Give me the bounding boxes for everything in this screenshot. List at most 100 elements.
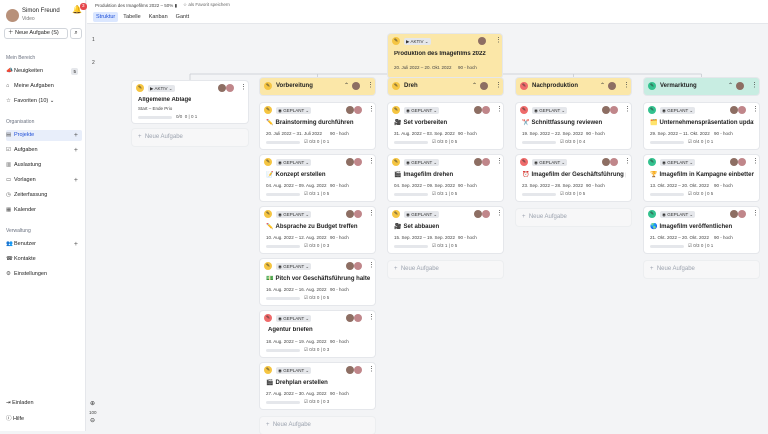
phase-header-0[interactable]: ✎ Vorbereitung ⌃ ⋮ [260,78,375,95]
collapse-icon[interactable]: ⌃ [344,82,349,89]
sidebar-item-settings[interactable]: ⚙ Einstellungen [6,269,82,280]
sidebar-item-workload[interactable]: ▥ Auslastung [6,160,82,171]
status-badge[interactable]: ◉ GEPLANT ⌄ [404,159,440,166]
status-badge[interactable]: ◉ GEPLANT ⌄ [532,107,568,114]
zoom-out-icon[interactable]: ⊖ [90,417,95,424]
general-storage-card[interactable]: ✎ ▶ AKTIV ⌄ ⋮ Allgemeine Ablage Start – … [132,81,248,123]
tab-table[interactable]: Tabelle [120,12,143,22]
sidebar-item-projects[interactable]: ▤ Projekte + [6,130,82,141]
status-badge[interactable]: ◉ GEPLANT ⌄ [276,315,312,322]
status-badge[interactable]: ◉ GEPLANT ⌄ [276,211,312,218]
status-badge[interactable]: ◉ GEPLANT ⌄ [660,159,696,166]
phase-header-3[interactable]: ✎ Vermarktung ⌃ ⋮ [644,78,759,95]
more-icon[interactable]: ⋮ [496,105,503,113]
help-button[interactable]: ⓘ Hilfe [6,414,24,422]
sidebar-item-calendar[interactable]: ▦ Kalender [6,205,82,216]
status-badge[interactable]: ◉ GEPLANT ⌄ [276,159,312,166]
favorite-button[interactable]: ☆ als Favorit speichern [183,2,230,8]
new-task-button[interactable]: ＋ Neue Aufgabe (S) [4,28,68,39]
sidebar-item-favorites[interactable]: ☆ Favoriten (10) ⌄ [6,96,82,107]
more-icon[interactable]: ⋮ [368,157,375,165]
breadcrumb[interactable]: Produktion des Imagefilms 2022 – 50% ▮ [95,3,177,9]
status-text: AKTIV [410,39,424,44]
status-badge[interactable]: ◉ GEPLANT ⌄ [660,107,696,114]
structure-canvas[interactable]: 1 2 ⊕ 100 ⊖ ✎ ▶ AKTIV ⌄ ⋮ Produktion des… [87,25,768,434]
add-task-button[interactable]: + Neue Aufgabe [516,209,631,226]
task-card[interactable]: ✎ ◉ GEPLANT ⌄ ⋮ 🎥 Set vorbereiten 31. Aug. 20… [388,103,503,149]
more-icon[interactable]: ⋮ [496,157,503,165]
more-icon[interactable]: ⋮ [752,157,759,165]
task-card[interactable]: ✎ ◉ GEPLANT ⌄ ⋮ 📝 Konzept erstellen 04. Aug. … [260,155,375,201]
task-card[interactable]: ✎ ◉ GEPLANT ⌄ ⋮ 🎬 Drehplan erstellen 27. Aug.… [260,363,375,409]
task-priority: 90 - hoch [330,391,349,396]
add-task-button[interactable]: + Neue Aufgabe [132,129,248,146]
collapse-icon[interactable]: ⌃ [600,82,605,89]
zoom-in-icon[interactable]: ⊕ [90,400,95,407]
task-card[interactable]: ✎ ◉ GEPLANT ⌄ ⋮ 🗂️ Unternehmenspräsentation … [644,103,759,149]
more-icon[interactable]: ⋮ [368,313,375,321]
more-icon[interactable]: ⋮ [752,105,759,113]
more-icon[interactable]: ⋮ [368,365,375,373]
task-card[interactable]: ✎ ◉ GEPLANT ⌄ ⋮ 🎬 Imagefilm drehen 04. Sep. 2… [388,155,503,201]
sidebar-item-users[interactable]: 👥Benutzer + [6,239,82,250]
tab-kanban[interactable]: Kanban [146,12,171,22]
pencil-icon: ✎ [392,210,400,218]
more-icon[interactable]: ⋮ [752,209,759,217]
status-badge[interactable]: ◉ GEPLANT ⌄ [532,159,568,166]
add-task-icon[interactable]: + [74,145,78,156]
task-card[interactable]: ✎ ◉ GEPLANT ⌄ ⋮ Agentur briefen 18. Aug. 202… [260,311,375,357]
status-badge[interactable]: ◉ GEPLANT ⌄ [276,367,312,374]
add-task-button[interactable]: + Neue Aufgabe [260,417,375,434]
more-icon[interactable]: ⋮ [368,209,375,217]
more-icon[interactable]: ⋮ [496,209,503,217]
status-badge[interactable]: ◉ GEPLANT ⌄ [276,263,312,270]
add-user-icon[interactable]: + [74,239,78,250]
status-badge[interactable]: ◉ GEPLANT ⌄ [660,211,696,218]
sidebar-item-my-tasks[interactable]: ⌂ Meine Aufgaben [6,81,82,92]
tab-structure[interactable]: Struktur [93,12,119,22]
add-task-button[interactable]: + Neue Aufgabe [644,261,759,278]
sidebar-item-news[interactable]: 📣Neuigkeiten 5 [6,66,82,77]
status-badge[interactable]: ▶ AKTIV ⌄ [404,38,431,45]
more-icon[interactable]: ⋮ [751,81,758,89]
task-card[interactable]: ✎ ◉ GEPLANT ⌄ ⋮ ✂️ Schnittfassung reviewen 19… [516,103,631,149]
pencil-icon: ✎ [264,366,272,374]
more-icon[interactable]: ⋮ [367,81,374,89]
task-card[interactable]: ✎ ◉ GEPLANT ⌄ ⋮ 💵 Pitch vor Geschäftsführung… [260,259,375,305]
add-task-button[interactable]: + Neue Aufgabe [388,261,503,278]
more-icon[interactable]: ⋮ [624,105,631,113]
sidebar-item-tasks[interactable]: ☑ Aufgaben + [6,145,82,156]
task-card[interactable]: ✎ ◉ GEPLANT ⌄ ⋮ ✏️ Absprache zu Budget treff… [260,207,375,253]
task-card[interactable]: ✎ ◉ GEPLANT ⌄ ⋮ ✏️ Brainstorming durchführen… [260,103,375,149]
sidebar-item-contacts[interactable]: ☎Kontakte [6,254,82,265]
add-template-icon[interactable]: + [74,175,78,186]
more-icon[interactable]: ⋮ [240,83,247,91]
status-badge[interactable]: ▶ AKTIV ⌄ [148,85,175,92]
invite-button[interactable]: ⇥ Einladen [6,400,34,406]
avatar [474,158,482,166]
root-project-card[interactable]: ✎ ▶ AKTIV ⌄ ⋮ Produktion des Imagefilms … [388,34,502,78]
search-icon[interactable]: ⌕ [70,28,82,39]
sidebar-item-label: Vorlagen [14,177,36,183]
phase-header-2[interactable]: ✎ Nachproduktion ⌃ ⋮ [516,78,631,95]
more-icon[interactable]: ⋮ [368,105,375,113]
more-icon[interactable]: ⋮ [368,261,375,269]
tab-gantt[interactable]: Gantt [173,12,192,22]
status-badge[interactable]: ◉ GEPLANT ⌄ [404,107,440,114]
phase-header-1[interactable]: ✎ Dreh ⌃ ⋮ [388,78,503,95]
more-icon[interactable]: ⋮ [624,157,631,165]
task-card[interactable]: ✎ ◉ GEPLANT ⌄ ⋮ 🎥 Set abbauen 15. Sep. 2022 –… [388,207,503,253]
sidebar-item-templates[interactable]: ▭ Vorlagen + [6,175,82,186]
collapse-icon[interactable]: ⌃ [728,82,733,89]
task-card[interactable]: ✎ ◉ GEPLANT ⌄ ⋮ ⏰ Imagefilm der Geschäftsfüh… [516,155,631,201]
more-icon[interactable]: ⋮ [495,81,502,89]
sidebar-item-time-tracking[interactable]: ◷ Zeiterfassung [6,190,82,201]
add-project-icon[interactable]: + [74,130,78,141]
task-card[interactable]: ✎ ◉ GEPLANT ⌄ ⋮ 🏆 Imagefilm in Kampagne einb… [644,155,759,201]
more-icon[interactable]: ⋮ [495,36,502,44]
more-icon[interactable]: ⋮ [623,81,630,89]
collapse-icon[interactable]: ⌃ [472,82,477,89]
status-badge[interactable]: ◉ GEPLANT ⌄ [276,107,312,114]
task-card[interactable]: ✎ ◉ GEPLANT ⌄ ⋮ 🌎 Imagefilm veröffentlichen 2… [644,207,759,253]
status-badge[interactable]: ◉ GEPLANT ⌄ [404,211,440,218]
